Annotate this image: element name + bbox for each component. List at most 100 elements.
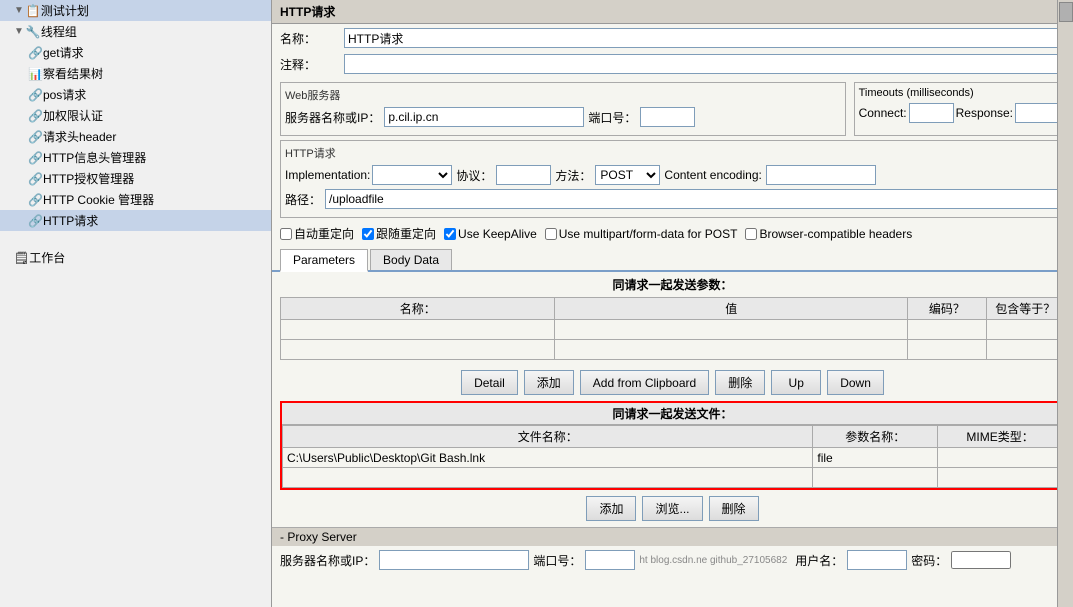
impl-select[interactable] xyxy=(372,165,452,185)
col-header-value: 值 xyxy=(555,298,908,320)
file-paramname-cell xyxy=(813,468,938,488)
server-ip-row: 服务器名称或IP： 端口号： xyxy=(285,107,841,127)
param-name-cell xyxy=(281,340,555,360)
get-request-icon: 🔗 xyxy=(28,46,43,60)
main-title: HTTP请求 xyxy=(280,5,335,19)
watermark-text: ht blog.csdn.ne github_27105682 xyxy=(639,555,787,566)
path-label: 路径： xyxy=(285,191,321,208)
tree-connector: ▼ xyxy=(14,26,24,37)
file-paramname-cell: file xyxy=(813,448,938,468)
name-input[interactable] xyxy=(344,28,1065,48)
up-button[interactable]: Up xyxy=(771,370,821,395)
proxy-port-label: 端口号： xyxy=(533,552,581,569)
scrollbar[interactable] xyxy=(1057,0,1073,607)
sidebar-item-pos-request[interactable]: 🔗 pos请求 xyxy=(0,84,271,105)
proxy-password-input[interactable] xyxy=(951,551,1011,569)
server-input[interactable] xyxy=(384,107,584,127)
sidebar-item-http-auth-manager[interactable]: 🔗 HTTP授权管理器 xyxy=(0,168,271,189)
tab-body-data[interactable]: Body Data xyxy=(370,249,452,270)
sidebar-item-thread-group[interactable]: ▼ 🔧 线程组 xyxy=(0,21,271,42)
sidebar-item-label: pos请求 xyxy=(43,86,86,103)
file-filename-cell: C:\Users\Public\Desktop\Git Bash.lnk xyxy=(283,448,813,468)
file-mime-cell xyxy=(938,468,1063,488)
tab-parameters[interactable]: Parameters xyxy=(280,249,368,272)
connect-input[interactable] xyxy=(909,103,954,123)
sidebar-item-label: get请求 xyxy=(43,44,84,61)
browser-compat-checkbox[interactable] xyxy=(745,228,757,240)
server-timeouts-row: Web服务器 服务器名称或IP： 端口号： Timeouts (millisec… xyxy=(280,82,1065,136)
sidebar-item-test-plan[interactable]: ▼ 📋 测试计划 xyxy=(0,0,271,21)
web-server-box: Web服务器 服务器名称或IP： 端口号： xyxy=(280,82,846,136)
thread-group-icon: 🔧 xyxy=(26,25,41,39)
keepalive-checkbox[interactable] xyxy=(444,228,456,240)
file-mime-cell xyxy=(938,448,1063,468)
method-label: 方法： xyxy=(555,167,591,184)
encoding-input[interactable] xyxy=(766,165,876,185)
port-input[interactable] xyxy=(640,107,695,127)
proxy-username-input[interactable] xyxy=(847,550,907,570)
multipart-checkbox[interactable] xyxy=(545,228,557,240)
http-options-row: Implementation: 协议： 方法： POST GET Content… xyxy=(285,165,1060,185)
add-file-button[interactable]: 添加 xyxy=(586,496,636,521)
file-buttons-row: 添加 浏览... 删除 xyxy=(272,496,1073,521)
sidebar-workspace-label: 工作台 xyxy=(29,249,65,266)
method-select[interactable]: POST GET xyxy=(595,165,660,185)
http-info-icon: 🔗 xyxy=(28,151,43,165)
protocol-input[interactable] xyxy=(496,165,551,185)
tree-connector: ▼ xyxy=(14,5,24,16)
col-header-encode: 编码？ xyxy=(908,298,986,320)
proxy-port-input[interactable] xyxy=(585,550,635,570)
param-contain-cell xyxy=(986,320,1064,340)
delete-param-button[interactable]: 删除 xyxy=(715,370,765,395)
sidebar-item-http-request[interactable]: 🔗 HTTP请求 xyxy=(0,210,271,231)
http-request-box-title: HTTP请求 xyxy=(285,145,1060,161)
add-from-clipboard-button[interactable]: Add from Clipboard xyxy=(580,370,709,395)
params-title: 同请求一起发送参数： xyxy=(280,276,1065,293)
server-label: 服务器名称或IP： xyxy=(285,109,380,126)
protocol-label: 协议： xyxy=(456,167,492,184)
param-value-cell xyxy=(555,320,908,340)
scrollbar-thumb[interactable] xyxy=(1059,2,1073,22)
results-tree-icon: 📊 xyxy=(28,67,43,81)
col-mime-header: MIME类型： xyxy=(938,426,1063,448)
keepalive-item: Use KeepAlive xyxy=(444,227,537,241)
delete-file-button[interactable]: 删除 xyxy=(709,496,759,521)
response-label: Response: xyxy=(956,106,1013,120)
sidebar-item-header-manager[interactable]: 🔗 请求头header xyxy=(0,126,271,147)
sidebar-item-label: HTTP请求 xyxy=(43,212,98,229)
http-request-box: HTTP请求 Implementation: 协议： 方法： POST GET … xyxy=(280,140,1065,218)
multipart-label: Use multipart/form-data for POST xyxy=(559,227,738,241)
comment-input[interactable] xyxy=(344,54,1065,74)
name-row: 名称： xyxy=(272,24,1073,50)
file-filename-cell xyxy=(283,468,813,488)
detail-button[interactable]: Detail xyxy=(461,370,518,395)
sidebar-item-workspace[interactable]: 🗒 工作台 xyxy=(0,247,271,268)
param-buttons-row: Detail 添加 Add from Clipboard 删除 Up Down xyxy=(272,370,1073,395)
path-input[interactable] xyxy=(325,189,1060,209)
port-label: 端口号： xyxy=(588,109,636,126)
sidebar-item-view-results-tree[interactable]: 📊 察看结果树 xyxy=(0,63,271,84)
down-button[interactable]: Down xyxy=(827,370,884,395)
auth-icon: 🔗 xyxy=(28,109,43,123)
response-input[interactable] xyxy=(1015,103,1060,123)
sidebar: ▼ 📋 测试计划 ▼ 🔧 线程组 🔗 get请求 📊 察看结果树 🔗 pos请求… xyxy=(0,0,272,607)
sidebar-item-http-cookie-manager[interactable]: 🔗 HTTP Cookie 管理器 xyxy=(0,189,271,210)
follow-redirect-checkbox[interactable] xyxy=(362,228,374,240)
browse-button[interactable]: 浏览... xyxy=(642,496,702,521)
sidebar-item-get-request[interactable]: 🔗 get请求 xyxy=(0,42,271,63)
proxy-server-input[interactable] xyxy=(379,550,529,570)
sidebar-item-auth-manager[interactable]: 🔗 加权限认证 xyxy=(0,105,271,126)
param-name-cell xyxy=(281,320,555,340)
add-param-button[interactable]: 添加 xyxy=(524,370,574,395)
sidebar-item-label: 请求头header xyxy=(43,128,116,145)
timeouts-row: Connect: Response: xyxy=(859,103,1060,123)
proxy-label: - xyxy=(280,530,284,544)
workspace-icon: 🗒 xyxy=(14,251,29,265)
auto-redirect-checkbox[interactable] xyxy=(280,228,292,240)
web-server-title: Web服务器 xyxy=(285,87,841,103)
follow-redirect-item: 跟随重定向 xyxy=(362,225,436,242)
sidebar-item-http-info-manager[interactable]: 🔗 HTTP信息头管理器 xyxy=(0,147,271,168)
browser-compat-item: Browser-compatible headers xyxy=(745,227,912,241)
name-label: 名称： xyxy=(280,30,340,47)
comment-label: 注释： xyxy=(280,56,340,73)
